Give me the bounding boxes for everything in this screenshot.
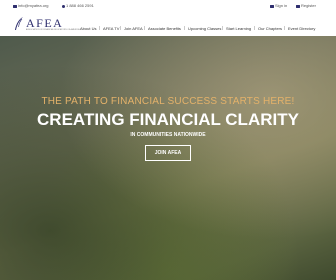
email-text: info@myafea.org <box>18 3 49 8</box>
user-icon <box>296 4 300 8</box>
register-text: Register <box>301 3 316 8</box>
site-header: AFEA ASSOCIATION OF FINANCIAL EDUCATORS … <box>0 12 336 36</box>
nav-join-afea[interactable]: Join AFEA <box>124 26 143 31</box>
hero-headline: CREATING FINANCIAL CLARITY <box>37 110 299 129</box>
nav-associate-benefits[interactable]: Associate Benefits <box>148 26 181 31</box>
nav-our-chapters[interactable]: Our Chapters <box>258 26 282 31</box>
nav-afea-tv[interactable]: AFEA TV <box>103 26 119 31</box>
quill-icon <box>15 17 23 30</box>
nav-divider <box>184 26 185 30</box>
phone-text: 1 888 466 2591 <box>66 3 94 8</box>
register-link[interactable]: Register <box>296 3 316 8</box>
nav-divider <box>284 26 285 30</box>
nav-divider <box>254 26 255 30</box>
nav-event-directory[interactable]: Event Directory <box>288 26 315 31</box>
sign-in-link[interactable]: Sign in <box>270 3 287 8</box>
afea-logo[interactable]: AFEA ASSOCIATION OF FINANCIAL EDUCATORS … <box>13 14 80 34</box>
utility-bar: info@myafea.org 1 888 466 2591 Sign in R… <box>0 0 336 12</box>
phone-link[interactable]: 1 888 466 2591 <box>62 3 94 8</box>
nav-divider <box>144 26 145 30</box>
nav-divider <box>222 26 223 30</box>
join-afea-button[interactable]: JOIN AFEA <box>145 145 191 161</box>
sign-in-text: Sign in <box>275 3 288 8</box>
nav-divider <box>120 26 121 30</box>
nav-divider <box>99 26 100 30</box>
hero-subline: IN COMMUNITIES NATIONWIDE <box>130 132 206 138</box>
logo-tagline: ASSOCIATION OF FINANCIAL EDUCATORS OF AM… <box>26 29 80 31</box>
phone-icon <box>62 4 65 8</box>
sign-in-icon <box>270 4 274 8</box>
nav-upcoming-classes[interactable]: Upcoming Classes <box>188 26 221 31</box>
hero-banner: THE PATH TO FINANCIAL SUCCESS STARTS HER… <box>0 36 336 280</box>
envelope-icon <box>13 4 17 8</box>
hero-tagline: THE PATH TO FINANCIAL SUCCESS STARTS HER… <box>41 96 295 107</box>
nav-start-learning[interactable]: Start Learning <box>226 26 251 31</box>
nav-about-us[interactable]: About Us <box>80 26 96 31</box>
email-link[interactable]: info@myafea.org <box>13 3 49 8</box>
